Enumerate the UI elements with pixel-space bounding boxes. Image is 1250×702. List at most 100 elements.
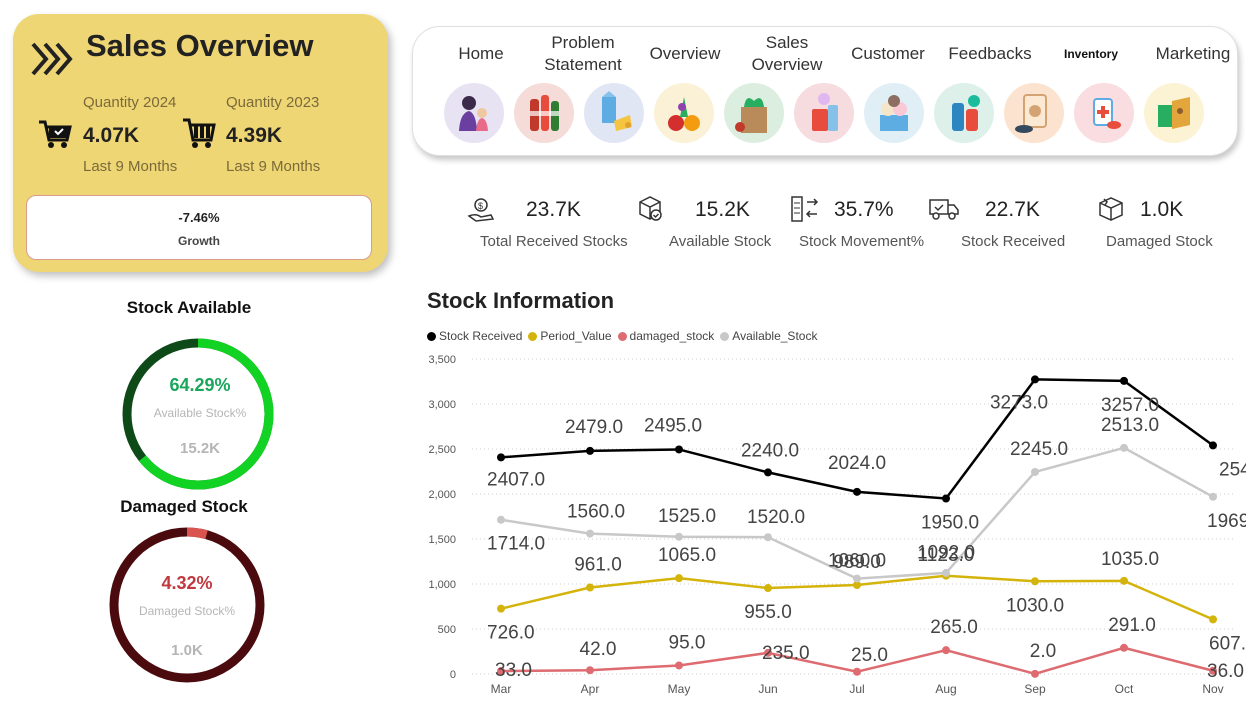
legend-item[interactable]: Period_Value: [528, 329, 612, 343]
shopping-cart-icon: [39, 120, 72, 148]
data-label: 1714.0: [487, 534, 545, 555]
data-label: 2.0: [1030, 641, 1056, 662]
nav-feedbacks[interactable]: Feedbacks: [940, 27, 1040, 81]
data-label: 1123.0: [918, 545, 975, 566]
dairy-products-icon[interactable]: [584, 83, 644, 143]
personal-care-icon[interactable]: [934, 83, 994, 143]
soft-drinks-icon[interactable]: [514, 83, 574, 143]
legend-label: damaged_stock: [629, 329, 715, 343]
kpi-total-received-value: 23.7K: [526, 198, 581, 221]
data-point: [497, 604, 505, 613]
y-tick-label: 1,500: [428, 534, 456, 546]
y-tick-label: 500: [438, 624, 456, 636]
kpi-available-stock-label: Available Stock: [669, 233, 772, 250]
data-point: [942, 568, 950, 577]
nav-sales-overview[interactable]: Sales Overview: [737, 27, 837, 81]
nav-label: Home: [458, 44, 504, 63]
data-point: [942, 646, 950, 655]
legend-item[interactable]: damaged_stock: [617, 329, 715, 343]
nav-marketing[interactable]: Marketing: [1143, 27, 1243, 81]
x-tick-label: Sep: [1024, 682, 1046, 696]
quantity-2024-value: 4.07K: [83, 124, 140, 147]
x-tick-label: Mar: [491, 682, 512, 696]
damaged-stock-percent: 4.32%: [161, 573, 213, 593]
cleaning-supplies-icon[interactable]: [794, 83, 854, 143]
money-hand-icon: $: [467, 198, 495, 222]
kpi-stock-received-label: Stock Received: [961, 233, 1066, 250]
nav-label: Overview: [649, 44, 721, 63]
quantity-2023-label: Quantity 2023: [226, 94, 320, 111]
legend-marker: [720, 331, 730, 341]
legend-label: Stock Received: [439, 329, 523, 343]
x-tick-label: Oct: [1115, 682, 1134, 696]
pet-food-icon[interactable]: [1004, 83, 1064, 143]
chart-legend: Stock Received Period_Value damaged_stock A…: [427, 329, 823, 343]
data-label: 235.0: [762, 643, 810, 664]
data-label: 1030.0: [1006, 595, 1064, 616]
data-label: 42.0: [580, 639, 617, 660]
data-point: [1031, 669, 1039, 678]
nav-home[interactable]: Home: [431, 27, 531, 81]
stock-available-title: Stock Available: [126, 298, 252, 317]
data-point: [853, 487, 861, 496]
nav-problem-statement[interactable]: Problem Statement: [533, 27, 633, 81]
kpi-total-received-label: Total Received Stocks: [480, 233, 628, 250]
kpi-stock-received-value: 22.7K: [985, 198, 1040, 221]
data-label: 3257.0: [1101, 395, 1159, 416]
mother-child-icon[interactable]: [444, 83, 504, 143]
data-label: 2240.0: [741, 440, 799, 461]
chart-title: Stock Information: [427, 288, 615, 313]
x-tick-label: Aug: [935, 682, 956, 696]
data-label: 726.0: [487, 623, 535, 644]
fruits-vegetables-icon[interactable]: [654, 83, 714, 143]
data-label: 1525.0: [658, 506, 716, 527]
kpi-stock-movement-value: 35.7%: [834, 198, 894, 221]
data-point: [1120, 376, 1128, 385]
data-label: 25.0: [851, 645, 888, 666]
data-point: [586, 446, 594, 455]
snacks-icon[interactable]: [1144, 83, 1204, 143]
data-point: [1120, 643, 1128, 652]
kpi-damaged-stock-label: Damaged Stock: [1106, 233, 1213, 250]
legend-item[interactable]: Available_Stock: [720, 329, 817, 343]
kpi-available-stock-value: 15.2K: [695, 198, 750, 221]
data-label: 1560.0: [567, 502, 625, 523]
medicine-icon[interactable]: [1074, 83, 1134, 143]
kpi-stock-movement-label: Stock Movement%: [799, 233, 925, 250]
nav-customer[interactable]: Customer: [838, 27, 938, 81]
data-point: [586, 529, 594, 538]
data-point: [675, 445, 683, 454]
quantity-2024-label: Quantity 2024: [83, 94, 177, 111]
data-point: [764, 533, 772, 542]
x-tick-label: Jun: [758, 682, 777, 696]
nav-inventory[interactable]: Inventory: [1041, 27, 1141, 81]
legend-label: Available_Stock: [732, 329, 818, 343]
nav-label: Sales Overview: [751, 33, 823, 74]
growth-label: Growth: [178, 234, 220, 248]
data-label: 95.0: [669, 632, 706, 653]
data-label: 1969.0: [1207, 511, 1246, 532]
nav-overview[interactable]: Overview: [635, 27, 735, 81]
damaged-stock-value: 1.0K: [171, 642, 203, 659]
y-tick-label: 3,000: [428, 399, 456, 411]
nav-label: Feedbacks: [948, 44, 1032, 63]
data-label: 961.0: [574, 555, 622, 576]
data-point: [853, 574, 861, 583]
data-point: [1120, 443, 1128, 452]
data-label: 2513.0: [1101, 415, 1159, 436]
data-label: 265.0: [930, 617, 978, 638]
damaged-stock-sub-label: Damaged Stock%: [138, 604, 236, 618]
legend-item[interactable]: Stock Received: [427, 329, 522, 343]
legend-label: Period_Value: [540, 329, 612, 343]
data-point: [764, 468, 772, 477]
growth-value: -7.46%: [178, 210, 220, 225]
data-label: 2024.0: [828, 453, 886, 474]
data-point: [586, 583, 594, 592]
nav-label: Marketing: [1155, 44, 1231, 63]
data-point: [586, 666, 594, 675]
data-label: 1950.0: [921, 513, 979, 534]
grocery-bag-icon[interactable]: [724, 83, 784, 143]
nav-label: Inventory: [1063, 47, 1118, 61]
data-point: [1120, 576, 1128, 585]
ice-cream-icon[interactable]: [864, 83, 924, 143]
